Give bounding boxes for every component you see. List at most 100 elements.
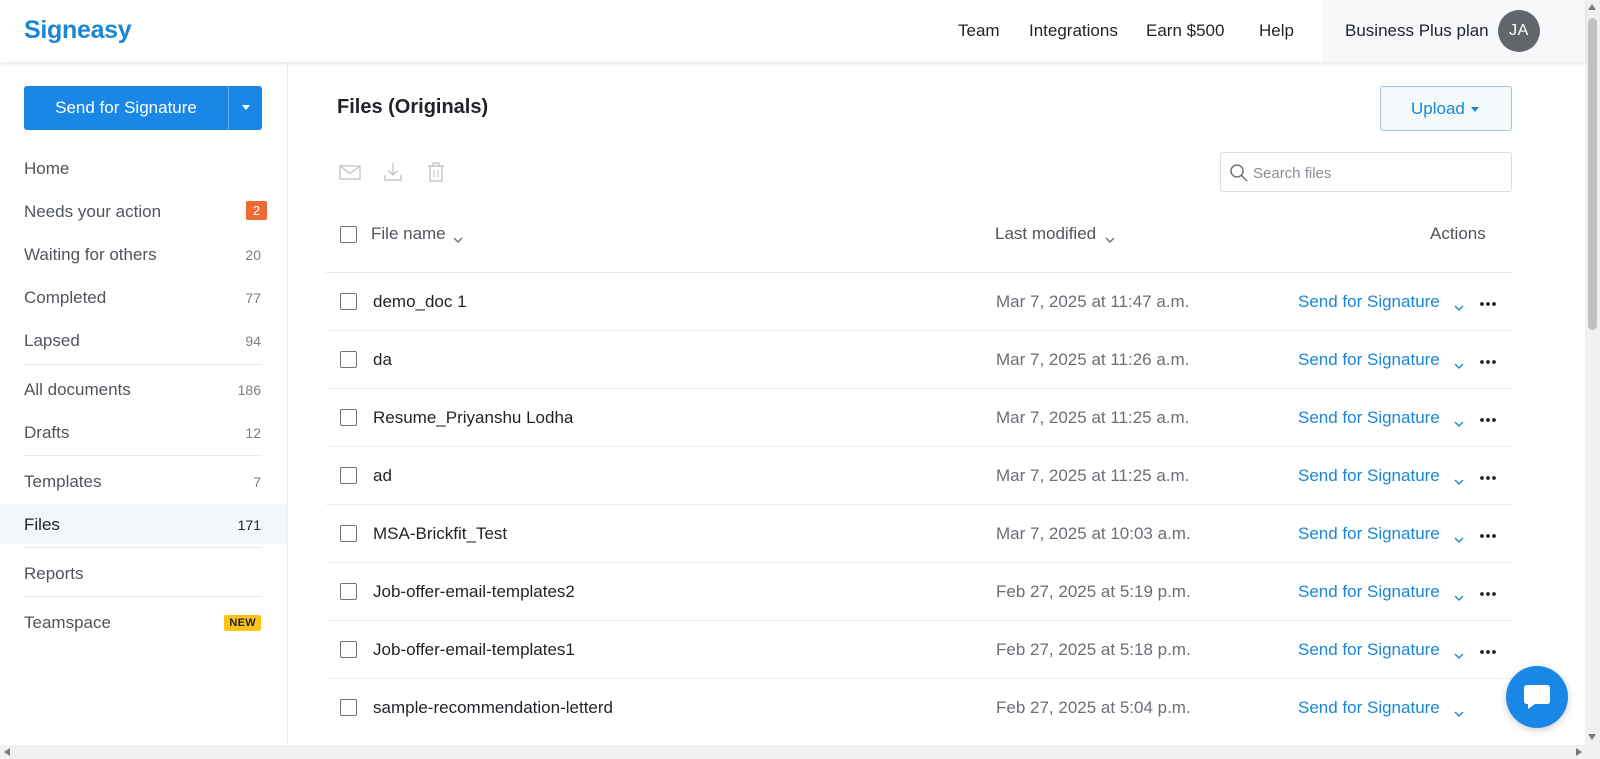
nav-team[interactable]: Team <box>958 21 1000 41</box>
email-icon[interactable] <box>338 160 362 184</box>
row-checkbox[interactable] <box>340 525 357 542</box>
signeasy-logo[interactable]: Signeasy <box>24 16 132 45</box>
scroll-left-arrow-icon[interactable] <box>4 748 10 756</box>
column-header-last-modified[interactable]: Last modified <box>995 224 1096 244</box>
table-row[interactable]: Job-offer-email-templates2 Feb 27, 2025 … <box>326 563 1513 621</box>
upload-label: Upload <box>1411 99 1465 118</box>
avatar[interactable]: JA <box>1498 10 1540 52</box>
chat-bubble-icon <box>1524 685 1550 709</box>
more-options-icon[interactable] <box>1478 644 1498 654</box>
new-badge: NEW <box>224 615 261 631</box>
chevron-down-icon[interactable] <box>1454 705 1464 717</box>
sidebar-item-waiting-for-others[interactable]: Waiting for others 20 <box>0 234 287 274</box>
sidebar-item-drafts[interactable]: Drafts 12 <box>0 412 287 452</box>
sort-chevron-icon[interactable] <box>1105 231 1115 243</box>
plan-label[interactable]: Business Plus plan <box>1345 21 1489 41</box>
column-header-file-name[interactable]: File name <box>371 224 446 244</box>
file-name[interactable]: ad <box>373 466 392 486</box>
row-send-for-signature-link[interactable]: Send for Signature <box>1298 292 1440 312</box>
upload-button[interactable]: Upload <box>1380 86 1512 131</box>
chevron-down-icon[interactable] <box>1454 647 1464 659</box>
nav-earn[interactable]: Earn $500 <box>1146 21 1224 41</box>
download-icon[interactable] <box>381 160 405 184</box>
top-bar: Signeasy Team Integrations Earn $500 Hel… <box>0 0 1585 62</box>
scroll-down-arrow-icon[interactable] <box>1588 734 1596 740</box>
sidebar-item-label: Reports <box>24 564 84 583</box>
more-options-icon[interactable] <box>1478 296 1498 306</box>
vertical-scrollbar-thumb[interactable] <box>1588 18 1597 330</box>
sidebar-item-needs-your-action[interactable]: Needs your action 2 <box>0 191 287 231</box>
table-row[interactable]: sample-recommendation-letterd Feb 27, 20… <box>326 679 1513 737</box>
row-send-for-signature-link[interactable]: Send for Signature <box>1298 640 1440 660</box>
chevron-down-icon[interactable] <box>1454 531 1464 543</box>
sidebar-item-count: 186 <box>237 382 261 398</box>
row-checkbox[interactable] <box>340 409 357 426</box>
row-checkbox[interactable] <box>340 641 357 658</box>
file-name[interactable]: demo_doc 1 <box>373 292 467 312</box>
file-name[interactable]: Job-offer-email-templates1 <box>373 640 575 660</box>
sidebar-divider <box>24 547 262 548</box>
row-send-for-signature-link[interactable]: Send for Signature <box>1298 408 1440 428</box>
column-header-actions: Actions <box>1430 224 1486 243</box>
sidebar-item-templates[interactable]: Templates 7 <box>0 461 287 501</box>
sidebar-item-reports[interactable]: Reports <box>0 553 287 593</box>
table-row[interactable]: demo_doc 1 Mar 7, 2025 at 11:47 a.m. Sen… <box>326 273 1513 331</box>
file-modified-date: Mar 7, 2025 at 11:26 a.m. <box>996 350 1190 369</box>
sidebar-item-home[interactable]: Home <box>0 148 287 188</box>
row-checkbox[interactable] <box>340 467 357 484</box>
nav-help[interactable]: Help <box>1259 21 1294 41</box>
sidebar-item-lapsed[interactable]: Lapsed 94 <box>0 320 287 360</box>
row-checkbox[interactable] <box>340 583 357 600</box>
table-row[interactable]: Job-offer-email-templates1 Feb 27, 2025 … <box>326 621 1513 679</box>
row-checkbox[interactable] <box>340 293 357 310</box>
table-row[interactable]: Resume_Priyanshu Lodha Mar 7, 2025 at 11… <box>326 389 1513 447</box>
chevron-down-icon[interactable] <box>1454 415 1464 427</box>
send-options-dropdown-icon[interactable] <box>229 86 262 130</box>
send-for-signature-button[interactable]: Send for Signature <box>24 86 262 130</box>
chevron-down-icon[interactable] <box>1454 357 1464 369</box>
file-name[interactable]: MSA-Brickfit_Test <box>373 524 507 544</box>
more-options-icon[interactable] <box>1478 528 1498 538</box>
search-input[interactable] <box>1253 161 1503 185</box>
search-files-box[interactable] <box>1220 152 1512 192</box>
file-modified-date: Mar 7, 2025 at 11:47 a.m. <box>996 292 1190 311</box>
chevron-down-icon[interactable] <box>1454 589 1464 601</box>
select-all-checkbox[interactable] <box>340 226 357 243</box>
scroll-up-arrow-icon[interactable] <box>1588 4 1596 10</box>
horizontal-scrollbar[interactable] <box>0 745 1600 759</box>
nav-integrations[interactable]: Integrations <box>1029 21 1118 41</box>
row-send-for-signature-link[interactable]: Send for Signature <box>1298 582 1440 602</box>
row-send-for-signature-link[interactable]: Send for Signature <box>1298 466 1440 486</box>
sidebar-item-label: Lapsed <box>24 331 80 350</box>
file-name[interactable]: Resume_Priyanshu Lodha <box>373 408 573 428</box>
sidebar-item-files[interactable]: Files 171 <box>0 504 287 544</box>
chat-widget-button[interactable] <box>1506 666 1568 728</box>
sidebar-item-label: Needs your action <box>24 202 162 221</box>
row-checkbox[interactable] <box>340 699 357 716</box>
file-modified-date: Mar 7, 2025 at 10:03 a.m. <box>996 524 1191 543</box>
send-for-signature-label[interactable]: Send for Signature <box>24 86 228 130</box>
sidebar-item-teamspace[interactable]: Teamspace NEW <box>0 602 287 642</box>
more-options-icon[interactable] <box>1478 412 1498 422</box>
table-row[interactable]: MSA-Brickfit_Test Mar 7, 2025 at 10:03 a… <box>326 505 1513 563</box>
more-options-icon[interactable] <box>1478 354 1498 364</box>
row-send-for-signature-link[interactable]: Send for Signature <box>1298 698 1440 718</box>
file-name[interactable]: sample-recommendation-letterd <box>373 698 613 718</box>
vertical-scrollbar[interactable] <box>1585 0 1600 745</box>
scroll-right-arrow-icon[interactable] <box>1576 748 1582 756</box>
row-send-for-signature-link[interactable]: Send for Signature <box>1298 524 1440 544</box>
trash-icon[interactable] <box>424 160 448 184</box>
row-checkbox[interactable] <box>340 351 357 368</box>
more-options-icon[interactable] <box>1478 470 1498 480</box>
sort-chevron-icon[interactable] <box>453 231 463 243</box>
sidebar-item-all-documents[interactable]: All documents 186 <box>0 369 287 409</box>
chevron-down-icon[interactable] <box>1454 473 1464 485</box>
more-options-icon[interactable] <box>1478 586 1498 596</box>
file-name[interactable]: da <box>373 350 392 370</box>
file-name[interactable]: Job-offer-email-templates2 <box>373 582 575 602</box>
table-row[interactable]: da Mar 7, 2025 at 11:26 a.m. Send for Si… <box>326 331 1513 389</box>
row-send-for-signature-link[interactable]: Send for Signature <box>1298 350 1440 370</box>
chevron-down-icon[interactable] <box>1454 299 1464 311</box>
table-row[interactable]: ad Mar 7, 2025 at 11:25 a.m. Send for Si… <box>326 447 1513 505</box>
sidebar-item-completed[interactable]: Completed 77 <box>0 277 287 317</box>
